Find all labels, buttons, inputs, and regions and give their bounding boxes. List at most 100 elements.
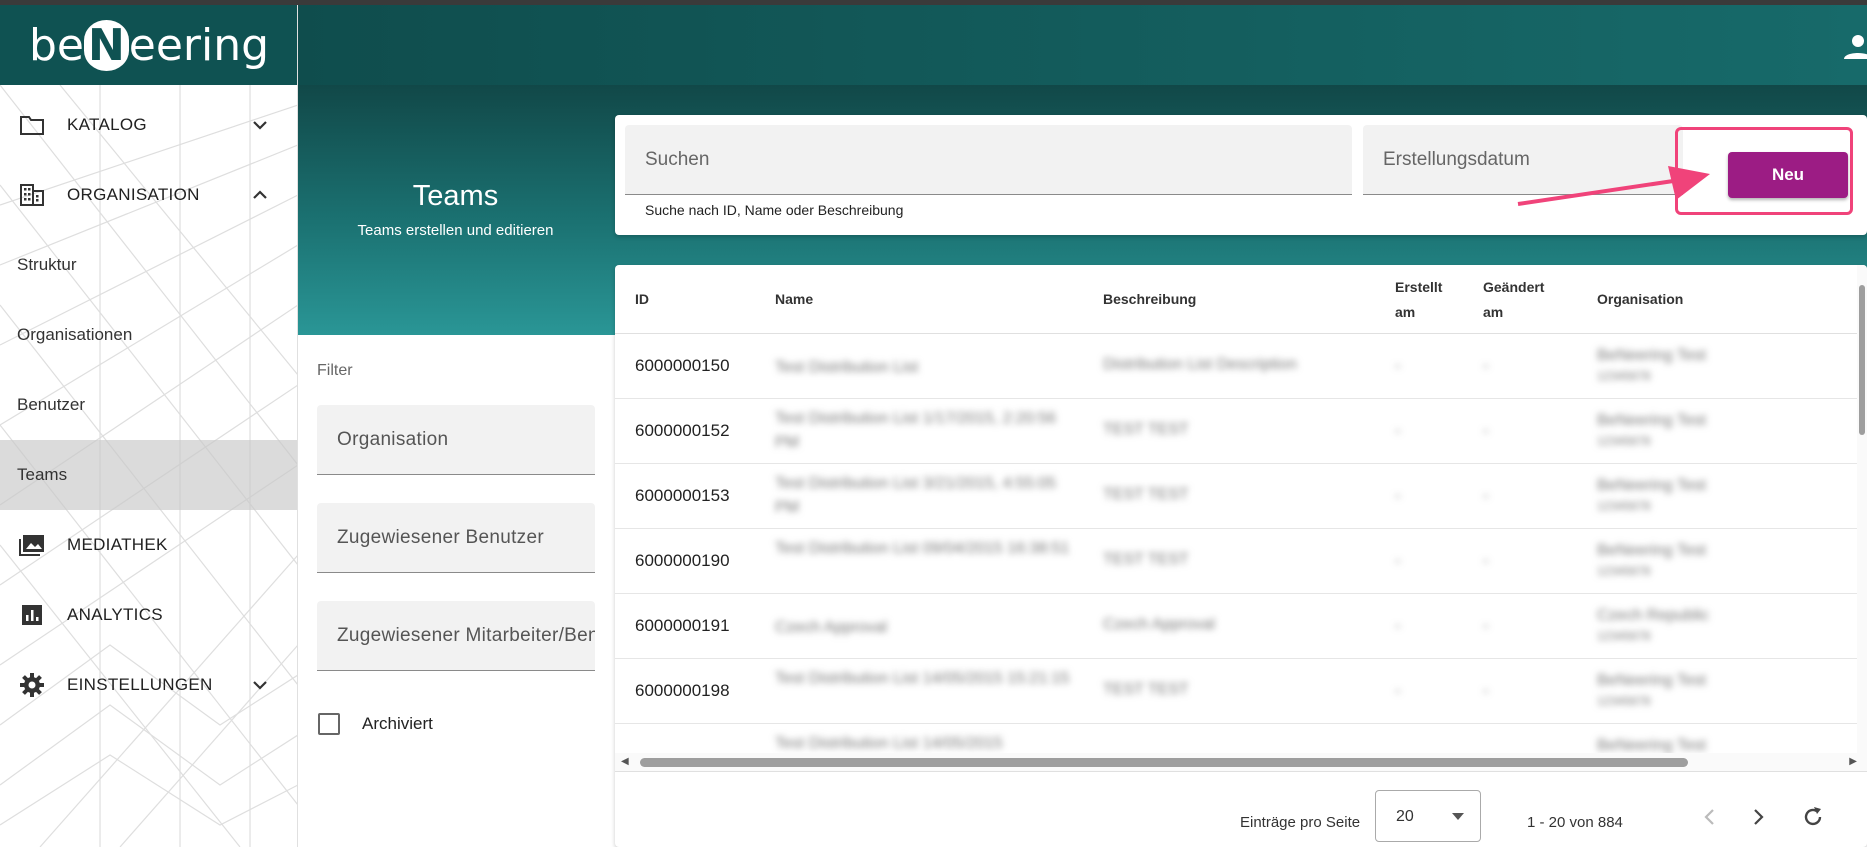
table-row[interactable]: 6000000198 Test Distribution List 14/05/… xyxy=(615,659,1867,724)
sidebar-item-katalog[interactable]: KATALOG xyxy=(0,90,297,160)
cell-description: Czech Approval xyxy=(1103,616,1216,633)
cell-name: Test Distribution List 3/21/2015, 4:55:0… xyxy=(775,475,1057,516)
sidebar-subitem-label: Teams xyxy=(17,465,68,484)
header-line: Geändert xyxy=(1483,279,1545,295)
horizontal-scrollbar[interactable]: ◀ ▶ xyxy=(615,753,1867,771)
field-placeholder: Zugewiesener Mitarbeiter/Benutzer xyxy=(337,625,595,646)
field-placeholder: Organisation xyxy=(337,429,449,450)
sidebar-subitem-struktur[interactable]: Struktur xyxy=(0,230,297,300)
org-id: 12345678 xyxy=(1597,499,1651,513)
column-header-description[interactable]: Beschreibung xyxy=(1103,287,1196,312)
sidebar-item-analytics[interactable]: ANALYTICS xyxy=(0,580,297,650)
cell-id: 6000000191 xyxy=(635,616,730,635)
next-page-button[interactable] xyxy=(1743,802,1773,832)
cell-name: Test Distribution List 09/04/2015 16:38:… xyxy=(775,540,1070,557)
column-header-changed[interactable]: Geändert am xyxy=(1483,275,1544,325)
cell-id: 6000000150 xyxy=(635,356,730,375)
cell-changed: - xyxy=(1483,421,1489,440)
cell-name: Test Distribution List 1/17/2015, 2:20:5… xyxy=(775,410,1057,451)
cell-name: Test Distribution List xyxy=(775,359,919,376)
cell-description: Distribution List Description xyxy=(1103,356,1297,373)
sidebar-item-organisation[interactable]: ORGANISATION xyxy=(0,160,297,230)
archived-checkbox[interactable] xyxy=(318,713,340,735)
sidebar-subitem-label: Struktur xyxy=(17,255,77,274)
cell-organisation: BeNeering Test 12345678 xyxy=(1597,541,1706,581)
image-library-icon xyxy=(18,531,46,559)
chevron-up-icon xyxy=(253,190,267,199)
header-line: am xyxy=(1483,304,1504,320)
page-title: Teams xyxy=(412,180,499,212)
cell-id: 6000000153 xyxy=(635,486,730,505)
cell-changed: - xyxy=(1483,356,1489,375)
org-id: 12345678 xyxy=(1597,564,1651,578)
column-header-created[interactable]: Erstellt am xyxy=(1395,275,1442,325)
teams-table: ID Name Beschreibung Erstellt am Geänder… xyxy=(615,265,1867,847)
previous-page-button[interactable] xyxy=(1695,802,1725,832)
cell-created: - xyxy=(1395,551,1401,570)
cell-created: - xyxy=(1395,421,1401,440)
table-row[interactable]: 6000000191 Czech Approval Czech Approval… xyxy=(615,594,1867,659)
org-id: 12345678 xyxy=(1597,369,1651,383)
table-row[interactable]: 6000000153 Test Distribution List 3/21/2… xyxy=(615,464,1867,529)
assigned-employee-filter-field[interactable]: Zugewiesener Mitarbeiter/Benutzer xyxy=(317,601,595,671)
org-name: BeNeering Test xyxy=(1597,672,1707,689)
page-subtitle: Teams erstellen und editieren xyxy=(357,222,554,239)
cell-changed: - xyxy=(1483,681,1489,700)
org-name: BeNeering Test xyxy=(1597,412,1707,429)
sidebar-item-label: KATALOG xyxy=(67,115,147,134)
new-team-button[interactable]: Neu xyxy=(1728,152,1848,198)
sidebar-item-mediathek[interactable]: MEDIATHEK xyxy=(0,510,297,580)
archived-checkbox-row[interactable]: Archiviert xyxy=(318,713,433,735)
cell-id: 6000000190 xyxy=(635,551,730,570)
cell-organisation: BeNeering Test 12345678 xyxy=(1597,411,1706,451)
column-header-organisation[interactable]: Organisation xyxy=(1597,287,1683,312)
cell-organisation: Czech Republic 12345678 xyxy=(1597,606,1709,646)
organisation-filter-field[interactable]: Organisation xyxy=(317,405,595,475)
chevron-left-icon xyxy=(1704,809,1714,825)
horizontal-scrollbar-thumb[interactable] xyxy=(640,758,1688,767)
cell-id: 6000000198 xyxy=(635,681,730,700)
page-size-value: 20 xyxy=(1396,808,1414,825)
refresh-button[interactable] xyxy=(1798,802,1828,832)
table-row[interactable]: 6000000190 Test Distribution List 09/04/… xyxy=(615,529,1867,594)
logo-text: beNeering xyxy=(28,19,270,71)
page-size-select[interactable]: 20 xyxy=(1375,790,1481,842)
search-input[interactable]: Suchen xyxy=(625,125,1352,195)
org-name: BeNeering Test xyxy=(1597,347,1707,364)
search-hint: Suche nach ID, Name oder Beschreibung xyxy=(645,202,904,218)
sidebar-subitem-organisationen[interactable]: Organisationen xyxy=(0,300,297,370)
building-icon xyxy=(18,181,46,209)
sidebar-item-einstellungen[interactable]: EINSTELLUNGEN xyxy=(0,650,297,720)
sidebar-subitem-teams[interactable]: Teams xyxy=(0,440,297,510)
cell-description: TEST TEST xyxy=(1103,421,1189,438)
sidebar-subitem-benutzer[interactable]: Benutzer xyxy=(0,370,297,440)
vertical-scrollbar[interactable] xyxy=(1857,265,1867,753)
column-header-name[interactable]: Name xyxy=(775,287,813,312)
field-placeholder: Zugewiesener Benutzer xyxy=(337,527,544,548)
search-placeholder: Suchen xyxy=(645,149,710,170)
logo[interactable]: beNeering xyxy=(0,5,297,85)
table-row[interactable]: 6000000150 Test Distribution List Distri… xyxy=(615,334,1867,399)
table-row[interactable]: 6000000152 Test Distribution List 1/17/2… xyxy=(615,399,1867,464)
cell-changed: - xyxy=(1483,486,1489,505)
cell-name: Test Distribution List 14/05/2015 15:21:… xyxy=(775,670,1070,687)
sidebar-item-label: MEDIATHEK xyxy=(67,535,168,554)
org-name: Czech Republic xyxy=(1597,607,1710,624)
folder-icon xyxy=(18,111,46,139)
cell-created: - xyxy=(1395,681,1401,700)
scroll-left-icon[interactable]: ◀ xyxy=(621,756,629,767)
cell-organisation: BeNeering Test 12345678 xyxy=(1597,476,1706,516)
vertical-scrollbar-thumb[interactable] xyxy=(1859,285,1865,435)
header-line: Erstellt xyxy=(1395,279,1443,295)
org-id: 12345678 xyxy=(1597,694,1651,708)
sidebar-subitem-label: Organisationen xyxy=(17,325,133,344)
org-id: 12345678 xyxy=(1597,629,1651,643)
user-account-icon[interactable] xyxy=(1841,33,1867,61)
gear-icon xyxy=(18,671,46,699)
assigned-user-filter-field[interactable]: Zugewiesener Benutzer xyxy=(317,503,595,573)
scroll-right-icon[interactable]: ▶ xyxy=(1849,756,1857,767)
cell-organisation: BeNeering Test 12345678 xyxy=(1597,346,1706,386)
cell-changed: - xyxy=(1483,551,1489,570)
column-header-id[interactable]: ID xyxy=(635,287,649,312)
paginator: Einträge pro Seite 20 1 - 20 von 884 xyxy=(615,771,1867,847)
